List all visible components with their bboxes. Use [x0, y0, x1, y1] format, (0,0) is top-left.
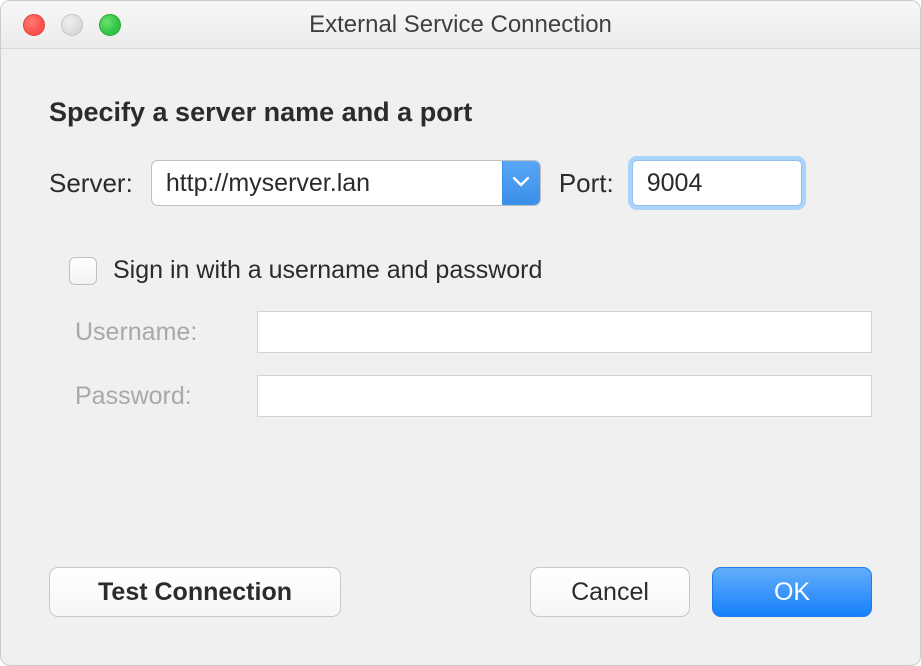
password-input[interactable]: [257, 375, 872, 417]
titlebar: External Service Connection: [1, 1, 920, 49]
server-input[interactable]: [152, 161, 502, 205]
signin-section: Sign in with a username and password Use…: [49, 256, 872, 439]
username-row: Username:: [69, 311, 872, 353]
heading: Specify a server name and a port: [49, 97, 872, 128]
port-label: Port:: [559, 168, 614, 199]
cancel-button[interactable]: Cancel: [530, 567, 690, 617]
maximize-icon[interactable]: [99, 14, 121, 36]
minimize-icon[interactable]: [61, 14, 83, 36]
server-port-row: Server: Port:: [49, 160, 872, 206]
server-label: Server:: [49, 168, 133, 199]
signin-checkbox[interactable]: [69, 257, 97, 285]
username-label: Username:: [75, 318, 257, 347]
button-row: Test Connection Cancel OK: [49, 567, 872, 625]
traffic-lights: [23, 14, 121, 36]
password-label: Password:: [75, 382, 257, 411]
window-title: External Service Connection: [1, 11, 920, 39]
server-dropdown-button[interactable]: [502, 161, 540, 205]
ok-button[interactable]: OK: [712, 567, 872, 617]
chevron-down-icon: [513, 174, 529, 192]
test-connection-button[interactable]: Test Connection: [49, 567, 341, 617]
username-input[interactable]: [257, 311, 872, 353]
dialog-content: Specify a server name and a port Server:…: [1, 49, 920, 665]
signin-checkbox-row: Sign in with a username and password: [69, 256, 872, 285]
port-input[interactable]: [632, 160, 802, 206]
close-icon[interactable]: [23, 14, 45, 36]
server-combobox[interactable]: [151, 160, 541, 206]
password-row: Password:: [69, 375, 872, 417]
dialog-window: External Service Connection Specify a se…: [0, 0, 921, 666]
signin-checkbox-label: Sign in with a username and password: [113, 256, 542, 285]
